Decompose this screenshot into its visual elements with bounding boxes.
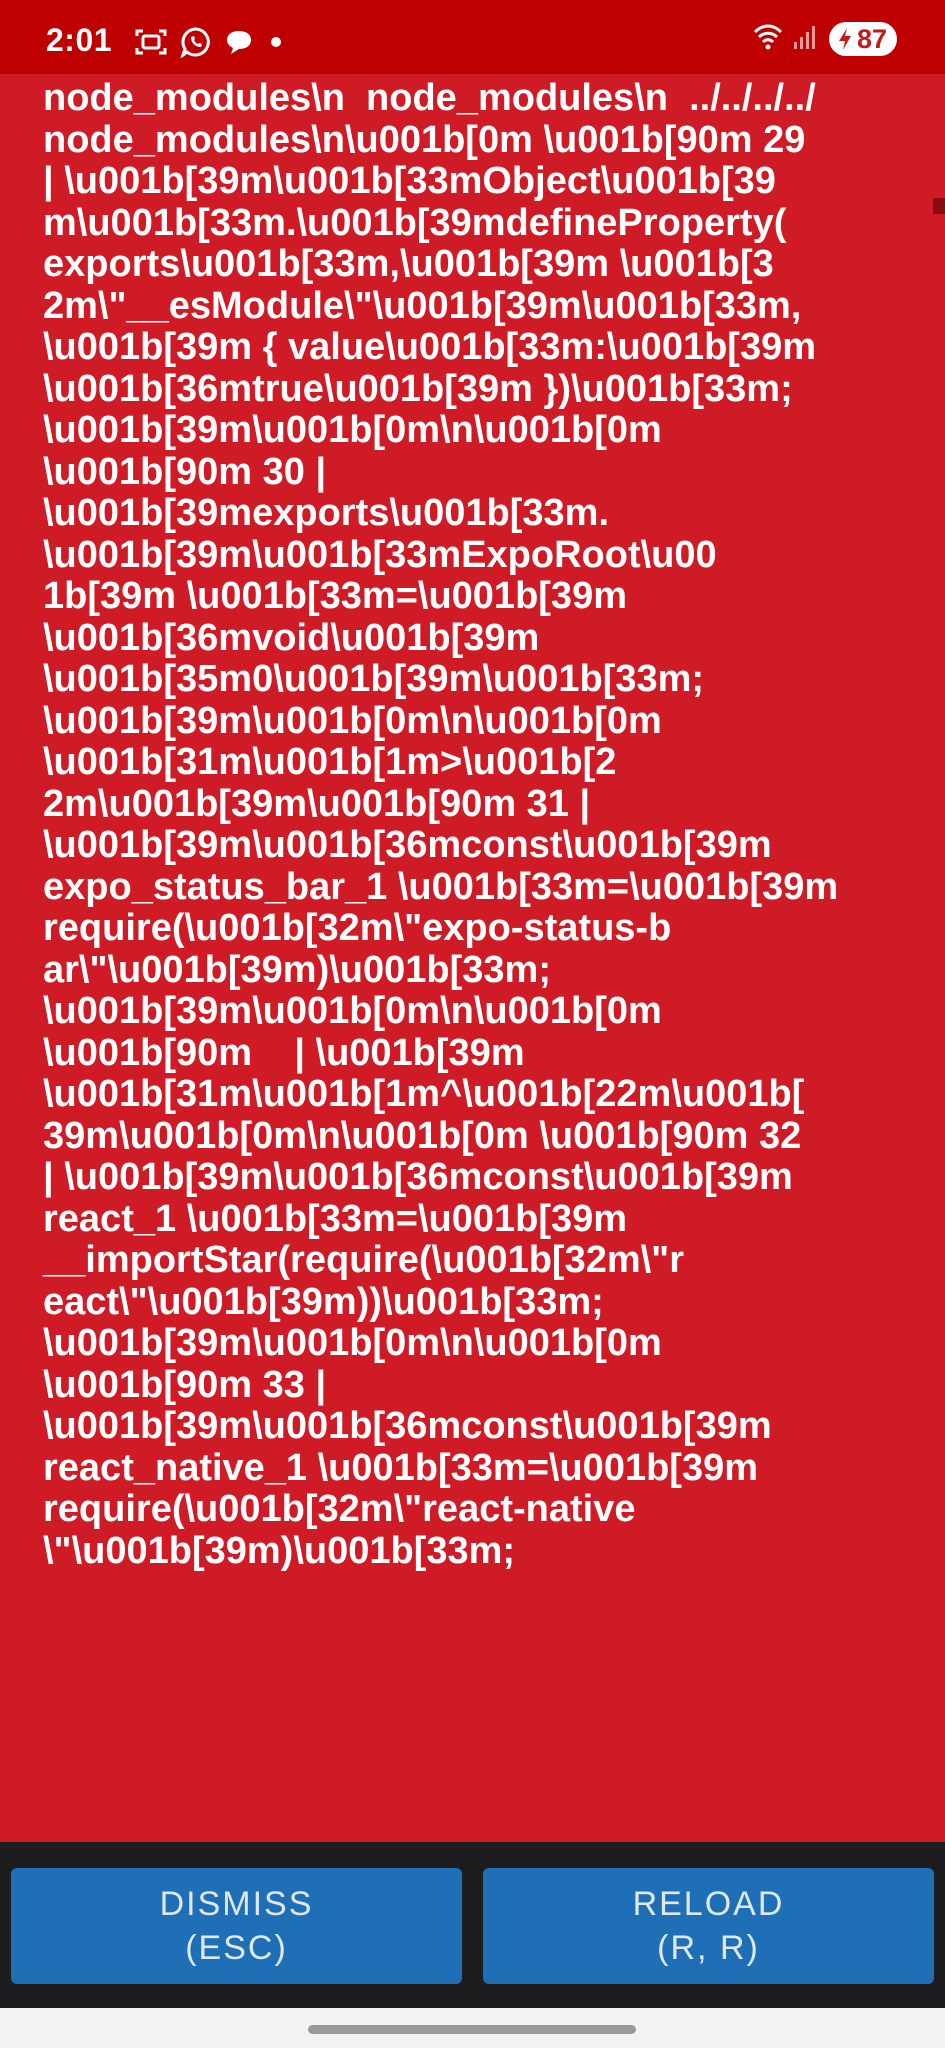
- error-screen: 2:01 87 node_modules\n node_modules\n ..…: [0, 0, 945, 2048]
- wifi-icon: [753, 23, 783, 56]
- error-log-line: node_modules\n node_modules\n ../../../.…: [43, 77, 816, 119]
- dismiss-label: DISMISS: [159, 1885, 314, 1923]
- error-log-line: \u001b[39m\u001b[36mconst\u001b[39m: [43, 824, 772, 866]
- error-log-line: \u001b[39m\u001b[0m\n\u001b[0m: [43, 990, 662, 1032]
- system-icons: 87: [753, 22, 897, 56]
- home-gesture-handle[interactable]: [308, 2025, 636, 2034]
- status-time: 2:01: [46, 22, 113, 58]
- chat-bubble-icon: [224, 27, 254, 57]
- error-log-line: 2m\u001b[39m\u001b[90m 31 |: [43, 782, 591, 825]
- error-log-line: \u001b[36mtrue\u001b[39m })\u001b[33m;: [43, 367, 793, 410]
- error-log-line: require(\u001b[32m\"react-native: [43, 1488, 636, 1530]
- error-log-line: node_modules\n\u001b[0m \u001b[90m 29: [43, 118, 806, 161]
- error-actions: DISMISS (ESC) RELOAD (R, R): [0, 1842, 945, 2008]
- error-log-line: react_1 \u001b[33m=\u001b[39m: [43, 1197, 628, 1240]
- reload-label: RELOAD: [632, 1885, 785, 1923]
- error-log[interactable]: node_modules\n node_modules\n ../../../.…: [0, 74, 945, 1842]
- reload-shortcut: (R, R): [657, 1929, 760, 1967]
- error-log-line: __importStar(require(\u001b[32m\"r: [43, 1239, 684, 1281]
- status-bar: 2:01 87: [0, 0, 945, 74]
- whatsapp-icon: [180, 26, 212, 58]
- error-log-line: expo_status_bar_1 \u001b[33m=\u001b[39m: [43, 865, 839, 908]
- reload-button[interactable]: RELOAD (R, R): [483, 1868, 934, 1984]
- error-log-line: \u001b[90m | \u001b[39m: [43, 1031, 525, 1074]
- error-log-line: require(\u001b[32m\"expo-status-b: [43, 907, 672, 949]
- error-log-line: \u001b[31m\u001b[1m>\u001b[2: [43, 741, 617, 783]
- error-log-line: eact\"\u001b[39m))\u001b[33m;: [43, 1280, 604, 1323]
- notification-icons: [134, 26, 286, 58]
- dismiss-button[interactable]: DISMISS (ESC): [11, 1868, 462, 1984]
- error-log-line: \u001b[39m { value\u001b[33m:\u001b[39m: [43, 326, 817, 368]
- error-log-line: 1b[39m \u001b[33m=\u001b[39m: [43, 575, 627, 617]
- error-log-text: node_modules\n node_modules\n ../../../.…: [43, 77, 913, 1572]
- error-log-line: \u001b[35m0\u001b[39m\u001b[33m;: [43, 658, 705, 700]
- navigation-bar: [0, 2008, 945, 2048]
- error-log-line: exports\u001b[33m,\u001b[39m \u001b[3: [43, 243, 774, 285]
- dismiss-shortcut: (ESC): [185, 1929, 288, 1967]
- battery-level: 87: [856, 23, 887, 54]
- battery-charging-icon: [838, 28, 851, 50]
- error-log-line: \u001b[39m\u001b[0m\n\u001b[0m: [43, 699, 662, 742]
- screenshot-icon: [134, 27, 168, 57]
- error-log-line: \u001b[39m\u001b[33mExpoRoot\u00: [43, 533, 717, 576]
- error-log-line: m\u001b[33m.\u001b[39mdefineProperty(: [43, 201, 787, 244]
- error-log-line: \u001b[31m\u001b[1m^\u001b[22m\u001b[: [43, 1073, 805, 1115]
- error-log-line: \u001b[90m 33 |: [43, 1363, 327, 1406]
- battery-indicator: 87: [828, 22, 897, 56]
- scrollbar-thumb[interactable]: [933, 198, 945, 214]
- error-log-line: | \u001b[39m\u001b[36mconst\u001b[39m: [43, 1156, 793, 1198]
- error-log-line: react_native_1 \u001b[33m=\u001b[39m: [43, 1446, 759, 1489]
- error-log-line: 39m\u001b[0m\n\u001b[0m \u001b[90m 32: [43, 1114, 802, 1157]
- signal-icon: [793, 24, 819, 55]
- error-log-line: \u001b[39mexports\u001b[33m.: [43, 492, 610, 534]
- error-log-line: \u001b[90m 30 |: [43, 450, 327, 493]
- error-log-line: \u001b[36mvoid\u001b[39m: [43, 616, 540, 659]
- error-log-line: \u001b[39m\u001b[36mconst\u001b[39m: [43, 1405, 772, 1447]
- error-log-line: ar\"\u001b[39m)\u001b[33m;: [43, 948, 551, 991]
- error-log-line: \u001b[39m\u001b[0m\n\u001b[0m: [43, 409, 662, 451]
- error-log-line: \u001b[39m\u001b[0m\n\u001b[0m: [43, 1322, 662, 1364]
- error-log-line: \"\u001b[39m)\u001b[33m;: [43, 1529, 516, 1572]
- error-log-line: | \u001b[39m\u001b[33mObject\u001b[39: [43, 160, 776, 202]
- dot-icon: [266, 32, 286, 52]
- error-log-line: 2m\"__esModule\"\u001b[39m\u001b[33m,: [43, 284, 802, 327]
